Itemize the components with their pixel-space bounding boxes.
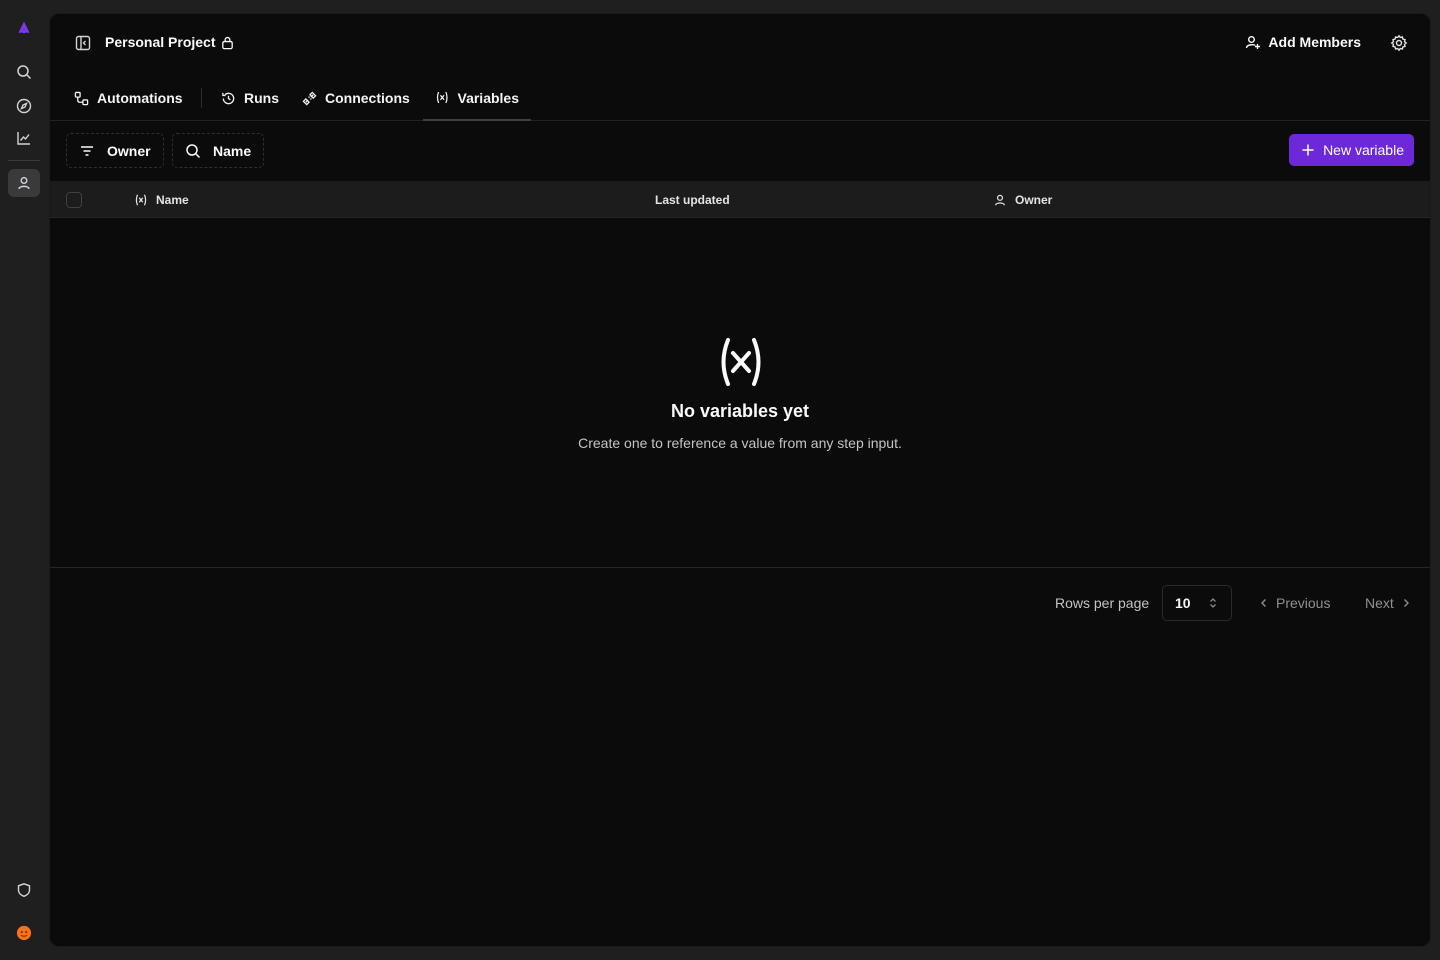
user-icon[interactable] — [8, 169, 40, 197]
rows-per-page-select[interactable]: 10 — [1162, 585, 1232, 621]
plus-icon — [1302, 144, 1314, 156]
select-all-checkbox[interactable] — [66, 192, 82, 208]
page-header: Personal Project Add Members — [50, 14, 1430, 74]
tab-label: Variables — [457, 89, 520, 106]
name-filter-label: Name — [213, 142, 252, 159]
rows-per-page-value: 10 — [1175, 595, 1191, 611]
add-members-button[interactable]: Add Members — [1245, 34, 1361, 50]
column-header-name[interactable]: Name — [134, 181, 189, 218]
table-header: Name Last updated Owner — [50, 181, 1430, 218]
toolbar: Owner Name New variable — [50, 121, 1430, 181]
variable-icon — [436, 91, 448, 104]
search-icon — [186, 143, 201, 158]
new-variable-label: New variable — [1323, 142, 1404, 158]
empty-state-subtitle: Create one to reference a value from any… — [578, 435, 902, 451]
tab-connections[interactable]: Connections — [290, 76, 422, 120]
previous-label: Previous — [1276, 595, 1331, 611]
column-header-last-updated[interactable]: Last updated — [655, 181, 730, 218]
column-label: Owner — [1015, 192, 1053, 207]
gear-icon[interactable] — [1390, 34, 1408, 52]
lock-icon — [221, 36, 233, 49]
variable-icon — [135, 194, 147, 205]
new-variable-button[interactable]: New variable — [1289, 134, 1414, 166]
left-rail — [0, 0, 48, 960]
column-label: Name — [156, 192, 189, 207]
name-filter-button[interactable]: Name — [172, 133, 265, 168]
chevron-right-icon — [1403, 599, 1409, 607]
history-icon — [222, 92, 235, 104]
workflow-icon — [74, 91, 89, 105]
plug-icon — [302, 90, 317, 106]
tab-label: Runs — [244, 90, 279, 106]
chevrons-up-down-icon — [1210, 598, 1216, 608]
owner-filter-label: Owner — [107, 142, 151, 159]
shield-icon[interactable] — [8, 876, 40, 904]
search-icon[interactable] — [8, 58, 40, 86]
next-page-button[interactable]: Next — [1365, 595, 1412, 611]
tab-runs[interactable]: Runs — [209, 76, 291, 120]
column-label: Last updated — [655, 192, 730, 207]
tab-divider — [201, 88, 202, 108]
rows-per-page-label: Rows per page — [1055, 595, 1150, 611]
column-header-owner[interactable]: Owner — [993, 181, 1052, 218]
user-icon — [995, 194, 1005, 205]
tab-bar: Automations Runs Connections Variables — [50, 76, 1430, 121]
empty-state: No variables yet Create one to reference… — [50, 219, 1430, 568]
filter-icon — [81, 145, 93, 156]
tab-label: Automations — [97, 90, 183, 106]
avatar[interactable] — [8, 919, 40, 947]
sidebar-toggle-icon[interactable] — [74, 34, 92, 52]
user-plus-icon — [1246, 36, 1261, 49]
project-title-text: Personal Project — [105, 34, 216, 50]
add-members-label: Add Members — [1268, 34, 1361, 50]
rail-divider — [8, 160, 40, 161]
empty-state-title: No variables yet — [670, 401, 810, 421]
tab-automations[interactable]: Automations — [62, 76, 195, 120]
chevron-left-icon — [1261, 599, 1266, 607]
main-panel: Personal Project Add Members Automations… — [49, 13, 1431, 947]
compass-icon[interactable] — [8, 92, 40, 120]
next-label: Next — [1365, 595, 1394, 611]
variable-icon — [718, 337, 764, 387]
tab-variables[interactable]: Variables — [423, 76, 531, 121]
tab-label: Connections — [325, 90, 410, 106]
project-title[interactable]: Personal Project — [105, 34, 235, 50]
pagination: Rows per page 10 Previous Next — [50, 584, 1430, 622]
owner-filter-button[interactable]: Owner — [66, 133, 164, 168]
logo-icon[interactable] — [8, 14, 40, 42]
previous-page-button[interactable]: Previous — [1258, 595, 1330, 611]
chart-icon[interactable] — [8, 124, 40, 152]
